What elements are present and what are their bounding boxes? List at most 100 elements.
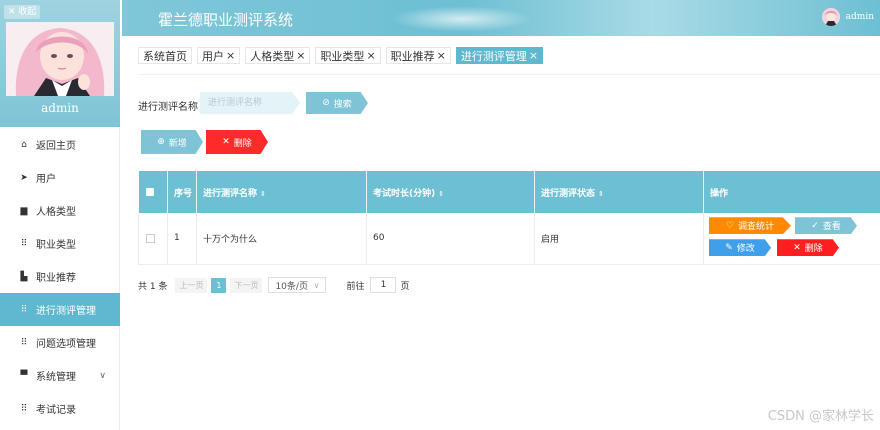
search-label: 进行测评名称 xyxy=(138,102,198,113)
close-icon: ✕ xyxy=(793,242,801,253)
column-header-actions: 操作 xyxy=(703,171,880,213)
statistics-button[interactable]: ♡ 调查统计 xyxy=(709,217,791,235)
column-header-duration[interactable]: 考试时长(分钟) ⇕ xyxy=(366,171,535,213)
add-button-label: 新增 xyxy=(168,138,187,149)
grid-icon: ⠿ xyxy=(20,403,28,414)
sidebar-item-question-options[interactable]: ⠿ 问题选项管理 xyxy=(0,326,120,359)
tab-assessment-manage[interactable]: 进行测评管理 × xyxy=(455,47,544,64)
sidebar-profile: ✕ 收起 admin xyxy=(0,0,120,127)
top-header: 霍兰德职业测评系统 admin xyxy=(122,0,880,36)
heart-icon: ♡ xyxy=(725,220,735,231)
chevron-down-icon: ∨ xyxy=(99,370,106,381)
page-number-current[interactable]: 1 xyxy=(211,277,227,293)
sidebar-item-home[interactable]: ⌂ 返回主页 xyxy=(0,128,120,161)
delete-button-label: 删除 xyxy=(233,138,252,149)
send-icon: ➤ xyxy=(20,172,28,183)
chevron-down-icon: ∨ xyxy=(313,280,320,290)
user-menu[interactable]: admin xyxy=(821,8,874,26)
sort-icon[interactable]: ⇕ xyxy=(438,190,444,198)
close-icon: ✕ xyxy=(222,137,230,147)
sidebar-item-system-manage[interactable]: ▀ 系统管理 ∨ xyxy=(0,359,120,392)
divider xyxy=(138,74,880,75)
row-select-cell[interactable] xyxy=(138,213,168,265)
cell-actions: ♡ 调查统计 ✓ 查看 ✎ 修改 ✕ 删除 xyxy=(703,213,880,265)
edit-icon: ✎ xyxy=(725,242,733,253)
tab-career-recommend[interactable]: 职业推荐 × xyxy=(385,47,451,64)
sidebar-item-personality-types[interactable]: ▆ 人格类型 xyxy=(0,194,120,227)
pagination: 共 1 条 上一页 1 下一页 10条/页 ∨ 前往 1 页 xyxy=(138,277,409,293)
header-username: admin xyxy=(845,12,874,22)
row-checkbox[interactable] xyxy=(146,233,155,243)
close-icon[interactable]: × xyxy=(296,49,305,62)
prev-page-button[interactable]: 上一页 xyxy=(175,277,208,293)
cell-status: 启用 xyxy=(534,213,704,265)
row-actions: ♡ 调查统计 ✓ 查看 ✎ 修改 ✕ 删除 xyxy=(709,213,880,263)
close-icon[interactable]: × xyxy=(529,49,538,62)
close-icon[interactable]: × xyxy=(366,49,375,62)
sidebar-item-label: 问题选项管理 xyxy=(36,339,96,350)
tab-personality-types[interactable]: 人格类型 × xyxy=(245,47,311,64)
sidebar-item-label: 考试记录 xyxy=(36,405,76,416)
cell-name: 十万个为什么 xyxy=(196,213,367,265)
total-count: 共 1 条 xyxy=(138,281,168,292)
search-button[interactable]: ⊘ 搜索 xyxy=(306,92,368,114)
profile-avatar xyxy=(6,22,114,96)
grid-icon: ⠿ xyxy=(20,337,28,348)
add-button[interactable]: ⊕ 新增 xyxy=(141,130,203,154)
tab-bar: 系统首页 用户 × 人格类型 × 职业类型 × 职业推荐 × 进行测评管理 × xyxy=(138,47,548,64)
profile-name: admin xyxy=(41,101,79,115)
tab-label: 系统首页 xyxy=(143,49,187,63)
sidebar-item-exam-records[interactable]: ⠿ 考试记录 xyxy=(0,392,120,425)
select-all-cell[interactable] xyxy=(138,171,168,213)
sidebar-item-assessment-manage[interactable]: ⠿ 进行测评管理 xyxy=(0,293,120,326)
close-icon[interactable]: × xyxy=(437,49,446,62)
tab-label: 职业类型 xyxy=(320,49,365,63)
column-header-index: 序号 xyxy=(167,171,197,213)
avatar xyxy=(821,8,840,26)
add-icon: ⊕ xyxy=(157,137,165,147)
page-unit-label: 页 xyxy=(400,281,410,292)
tab-home[interactable]: 系统首页 xyxy=(138,47,192,64)
home-icon: ⌂ xyxy=(21,139,27,150)
sidebar-item-label: 职业类型 xyxy=(36,240,76,251)
search-input[interactable] xyxy=(200,92,300,114)
chat-icon: ▀ xyxy=(20,370,28,381)
sidebar-item-career-recommend[interactable]: ▙ 职业推荐 xyxy=(0,260,120,293)
tab-users[interactable]: 用户 × xyxy=(197,47,241,64)
close-icon[interactable]: × xyxy=(226,49,235,62)
header-decoration xyxy=(392,6,532,32)
goto-label: 前往 xyxy=(346,281,365,292)
sidebar-item-label: 返回主页 xyxy=(36,141,76,152)
search-icon: ⊘ xyxy=(322,98,330,108)
collapse-button[interactable]: ✕ 收起 xyxy=(4,5,41,19)
next-page-button[interactable]: 下一页 xyxy=(230,277,263,293)
sort-icon[interactable]: ⇕ xyxy=(598,190,604,198)
table-row: 1 十万个为什么 60 启用 ♡ 调查统计 ✓ 查看 ✎ 修改 ✕ 删除 xyxy=(138,213,880,265)
select-all-checkbox[interactable] xyxy=(145,188,154,196)
sidebar-menu: ⌂ 返回主页 ➤ 用户 ▆ 人格类型 ⠿ 职业类型 ▙ 职业推荐 ⠿ 进行测评管… xyxy=(0,128,120,425)
sidebar-item-label: 人格类型 xyxy=(36,207,76,218)
tab-career-types[interactable]: 职业类型 × xyxy=(315,47,381,64)
tab-label: 人格类型 xyxy=(250,49,295,63)
sort-icon[interactable]: ⇕ xyxy=(260,190,266,198)
sidebar-item-label: 职业推荐 xyxy=(36,273,76,284)
page-size-select[interactable]: 10条/页 ∨ xyxy=(268,277,327,293)
delete-button[interactable]: ✕ 删除 xyxy=(777,239,839,257)
sidebar-item-users[interactable]: ➤ 用户 xyxy=(0,161,120,194)
app-title: 霍兰德职业测评系统 xyxy=(158,11,294,29)
data-table: 序号 进行测评名称 ⇕ 考试时长(分钟) ⇕ 进行测评状态 ⇕ 操作 1 十万个为什么… xyxy=(138,171,880,265)
batch-delete-button[interactable]: ✕ 删除 xyxy=(206,130,268,154)
view-button[interactable]: ✓ 查看 xyxy=(795,217,857,235)
edit-button[interactable]: ✎ 修改 xyxy=(709,239,771,257)
goto-page-input[interactable]: 1 xyxy=(370,277,397,293)
watermark: CSDN @家林学长 xyxy=(767,409,874,424)
sidebar: ✕ 收起 admin ⌂ 返回主页 ➤ 用户 ▆ 人格类型 ⠿ 职业类型 ▙ 职… xyxy=(0,0,120,430)
column-header-name[interactable]: 进行测评名称 ⇕ xyxy=(196,171,367,213)
search-button-label: 搜索 xyxy=(333,99,352,110)
doc-icon: ▆ xyxy=(20,205,28,216)
tab-label: 用户 xyxy=(202,49,224,63)
thumb-icon: ▙ xyxy=(20,271,28,282)
sidebar-item-label: 进行测评管理 xyxy=(36,306,96,317)
sidebar-item-career-types[interactable]: ⠿ 职业类型 xyxy=(0,227,120,260)
column-header-status[interactable]: 进行测评状态 ⇕ xyxy=(534,171,704,213)
